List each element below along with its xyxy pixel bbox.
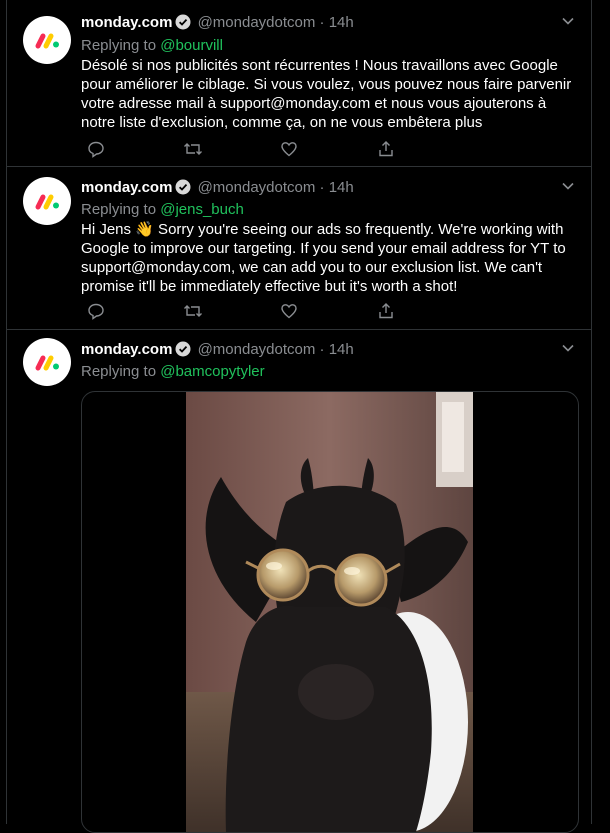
mention-link[interactable]: @bamcopytyler [160,363,264,380]
author-name[interactable]: monday.com [81,14,172,31]
chevron-down-icon[interactable] [561,341,575,359]
tweet[interactable]: monday.com @mondaydotcom · 14h Replying … [7,167,591,330]
avatar[interactable] [23,338,71,386]
media-card[interactable] [81,391,579,833]
reply-icon[interactable] [87,140,107,160]
verified-badge-icon [175,14,191,34]
tweet-header: monday.com @mondaydotcom · 14h [81,179,579,199]
author-handle[interactable]: @mondaydotcom [198,14,316,31]
avatar[interactable] [23,177,71,225]
replying-to: Replying to @bourvill [81,37,223,54]
monday-logo-icon [35,194,59,210]
waving-hand-emoji: 👋 [135,221,154,238]
share-icon[interactable] [377,140,397,160]
separator: · [319,179,325,196]
tweet-header: monday.com @mondaydotcom · 14h [81,341,579,361]
timestamp[interactable]: 14h [329,179,354,196]
tweet-text-rest: Sorry you're seeing our ads so frequentl… [81,221,566,295]
avatar[interactable] [23,16,71,64]
retweet-icon[interactable] [183,140,203,160]
author-handle[interactable]: @mondaydotcom [198,341,316,358]
verified-badge-icon [175,179,191,199]
chevron-down-icon[interactable] [561,179,575,197]
separator: · [319,341,325,358]
mention-link[interactable]: @jens_buch [160,201,244,218]
like-icon[interactable] [280,302,300,322]
timestamp[interactable]: 14h [329,14,354,31]
replying-to-label: Replying to [81,363,157,380]
author-name[interactable]: monday.com [81,341,172,358]
video-thumbnail[interactable] [186,392,473,832]
retweet-icon[interactable] [183,302,203,322]
tweet[interactable]: monday.com @mondaydotcom · 14h Replying … [7,0,591,167]
replying-to-label: Replying to [81,37,157,54]
tweet-text: Désolé si nos publicités sont récurrente… [81,57,572,131]
tweet-text: Hi Jens 👋 Sorry you're seeing our ads so… [81,220,581,296]
tweet-header: monday.com @mondaydotcom · 14h [81,14,579,34]
like-icon[interactable] [280,140,300,160]
tweet-actions [81,140,421,160]
timestamp[interactable]: 14h [329,341,354,358]
replying-to: Replying to @bamcopytyler [81,363,265,380]
tweet-text-start: Hi Jens [81,221,132,238]
reply-icon[interactable] [87,302,107,322]
replying-to: Replying to @jens_buch [81,201,244,218]
author-handle[interactable]: @mondaydotcom [198,179,316,196]
timeline: monday.com @mondaydotcom · 14h Replying … [6,0,592,833]
author-name[interactable]: monday.com [81,179,172,196]
monday-logo-icon [35,33,59,49]
chevron-down-icon[interactable] [561,14,575,32]
replying-to-label: Replying to [81,201,157,218]
mention-link[interactable]: @bourvill [160,37,223,54]
tweet-actions [81,302,421,322]
monday-logo-icon [35,355,59,371]
share-icon[interactable] [377,302,397,322]
verified-badge-icon [175,341,191,361]
separator: · [319,14,325,31]
